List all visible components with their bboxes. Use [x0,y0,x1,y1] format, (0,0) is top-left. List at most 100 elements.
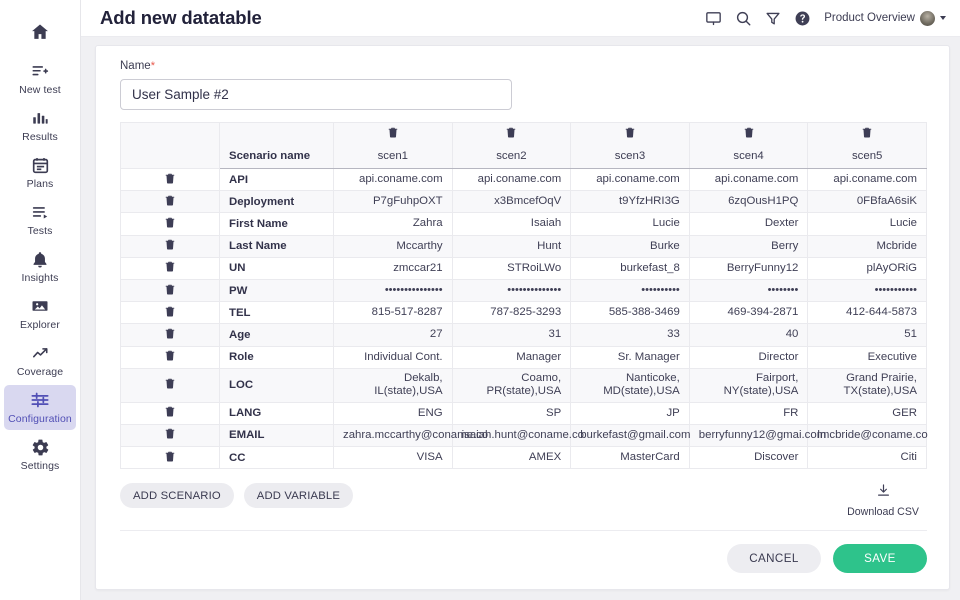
trash-icon[interactable] [164,450,176,466]
cell-First Name-scen5[interactable]: Lucie [808,213,927,235]
cell-Last Name-scen3[interactable]: Burke [571,235,690,257]
trash-icon[interactable] [164,216,176,232]
name-input[interactable] [120,79,512,110]
cell-Deployment-scen4[interactable]: 6zqOusH1PQ [689,191,808,213]
delete-variable-TEL[interactable] [121,302,220,324]
cell-Last Name-scen5[interactable]: Mcbride [808,235,927,257]
delete-variable-API[interactable] [121,169,220,191]
cell-PW-scen4[interactable]: •••••••• [689,279,808,301]
cell-Role-scen1[interactable]: Individual Cont. [334,346,453,368]
add-scenario-button[interactable]: ADD SCENARIO [120,483,234,508]
cell-EMAIL-scen2[interactable]: isaiah.hunt@coname.co [452,424,571,446]
sidebar-item-plans[interactable]: Plans [4,150,76,195]
delete-variable-PW[interactable] [121,279,220,301]
cell-UN-scen4[interactable]: BerryFunny12 [689,257,808,279]
trash-icon[interactable] [164,283,176,299]
cell-LANG-scen2[interactable]: SP [452,402,571,424]
cell-API-scen5[interactable]: api.coname.com [808,169,927,191]
add-variable-button[interactable]: ADD VARIABLE [244,483,353,508]
sidebar-item-results[interactable]: Results [4,103,76,148]
sidebar-item-explorer[interactable]: Explorer [4,291,76,336]
filter-icon[interactable] [765,10,781,27]
monitor-icon[interactable] [705,10,722,27]
cell-LOC-scen1[interactable]: Dekalb, IL(state),USA [334,368,453,402]
trash-icon[interactable] [861,126,873,142]
cell-EMAIL-scen3[interactable]: burkefast@gmail.com [571,424,690,446]
sidebar-item-home[interactable] [4,10,76,54]
delete-variable-CC[interactable] [121,447,220,469]
cell-First Name-scen1[interactable]: Zahra [334,213,453,235]
cell-Deployment-scen2[interactable]: x3BmcefOqV [452,191,571,213]
cell-EMAIL-scen5[interactable]: lmcbride@coname.co [808,424,927,446]
delete-scenario-scen5[interactable] [808,123,927,145]
delete-scenario-scen3[interactable] [571,123,690,145]
sidebar-item-settings[interactable]: Settings [4,432,76,477]
cell-API-scen1[interactable]: api.coname.com [334,169,453,191]
user-menu[interactable]: Product Overview [824,11,946,26]
delete-variable-UN[interactable] [121,257,220,279]
cell-TEL-scen2[interactable]: 787-825-3293 [452,302,571,324]
trash-icon[interactable] [164,172,176,188]
trash-icon[interactable] [164,238,176,254]
cell-LOC-scen5[interactable]: Grand Prairie, TX(state),USA [808,368,927,402]
save-button[interactable]: SAVE [833,544,927,573]
trash-icon[interactable] [164,305,176,321]
cell-First Name-scen2[interactable]: Isaiah [452,213,571,235]
cell-TEL-scen4[interactable]: 469-394-2871 [689,302,808,324]
cell-TEL-scen1[interactable]: 815-517-8287 [334,302,453,324]
trash-icon[interactable] [743,126,755,142]
cell-Role-scen2[interactable]: Manager [452,346,571,368]
cell-CC-scen1[interactable]: VISA [334,447,453,469]
cell-TEL-scen5[interactable]: 412-644-5873 [808,302,927,324]
sidebar-item-insights[interactable]: Insights [4,244,76,289]
trash-icon[interactable] [164,377,176,393]
delete-variable-EMAIL[interactable] [121,424,220,446]
delete-variable-LOC[interactable] [121,368,220,402]
cell-Age-scen3[interactable]: 33 [571,324,690,346]
cell-PW-scen1[interactable]: ••••••••••••••• [334,279,453,301]
sidebar-item-configuration[interactable]: Configuration [4,385,76,430]
trash-icon[interactable] [164,260,176,276]
cell-UN-scen1[interactable]: zmccar21 [334,257,453,279]
cell-API-scen4[interactable]: api.coname.com [689,169,808,191]
delete-variable-Role[interactable] [121,346,220,368]
delete-variable-LANG[interactable] [121,402,220,424]
cell-Age-scen5[interactable]: 51 [808,324,927,346]
trash-icon[interactable] [164,327,176,343]
trash-icon[interactable] [164,405,176,421]
cell-API-scen2[interactable]: api.coname.com [452,169,571,191]
delete-variable-Age[interactable] [121,324,220,346]
cell-Role-scen3[interactable]: Sr. Manager [571,346,690,368]
cell-First Name-scen3[interactable]: Lucie [571,213,690,235]
sidebar-item-coverage[interactable]: Coverage [4,338,76,383]
cell-UN-scen3[interactable]: burkefast_8 [571,257,690,279]
trash-icon[interactable] [624,126,636,142]
cell-LANG-scen3[interactable]: JP [571,402,690,424]
cell-Role-scen4[interactable]: Director [689,346,808,368]
cell-Role-scen5[interactable]: Executive [808,346,927,368]
sidebar-item-new-test[interactable]: New test [4,56,76,101]
cell-CC-scen4[interactable]: Discover [689,447,808,469]
cell-PW-scen3[interactable]: •••••••••• [571,279,690,301]
cell-UN-scen2[interactable]: STRoiLWo [452,257,571,279]
cell-EMAIL-scen1[interactable]: zahra.mccarthy@coname.co [334,424,453,446]
search-icon[interactable] [735,10,752,27]
trash-icon[interactable] [505,126,517,142]
cell-LANG-scen5[interactable]: GER [808,402,927,424]
trash-icon[interactable] [387,126,399,142]
trash-icon[interactable] [164,194,176,210]
cell-LANG-scen4[interactable]: FR [689,402,808,424]
help-icon[interactable] [794,10,811,27]
sidebar-item-tests[interactable]: Tests [4,197,76,242]
trash-icon[interactable] [164,427,176,443]
cell-First Name-scen4[interactable]: Dexter [689,213,808,235]
cell-Last Name-scen1[interactable]: Mccarthy [334,235,453,257]
delete-variable-First Name[interactable] [121,213,220,235]
cancel-button[interactable]: CANCEL [727,544,821,573]
cell-LOC-scen4[interactable]: Fairport, NY(state),USA [689,368,808,402]
cell-Last Name-scen2[interactable]: Hunt [452,235,571,257]
cell-Deployment-scen1[interactable]: P7gFuhpOXT [334,191,453,213]
cell-UN-scen5[interactable]: plAyORiG [808,257,927,279]
delete-variable-Last Name[interactable] [121,235,220,257]
cell-PW-scen5[interactable]: ••••••••••• [808,279,927,301]
